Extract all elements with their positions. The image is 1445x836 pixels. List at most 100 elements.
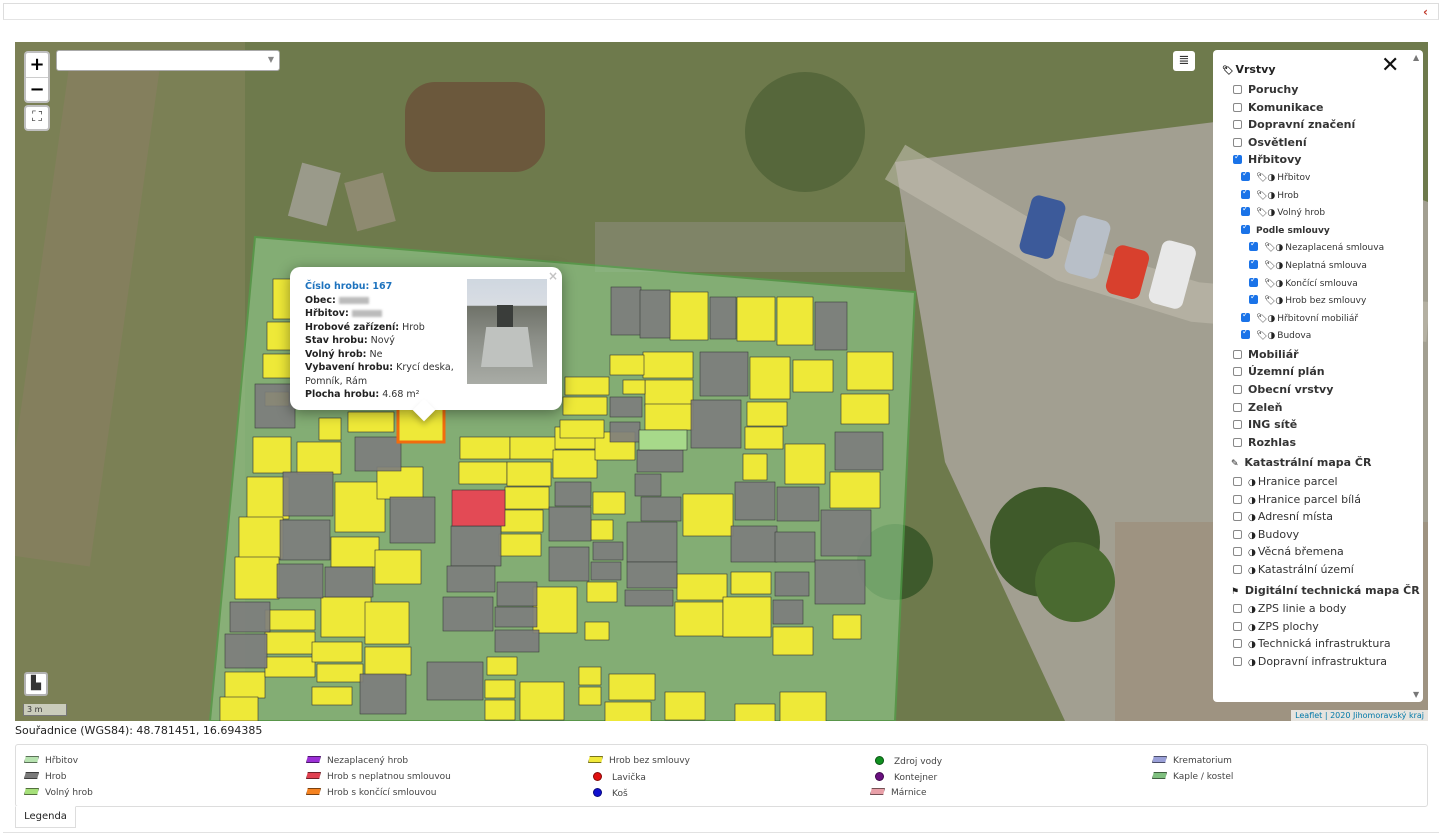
- checkbox[interactable]: [1233, 103, 1242, 112]
- checkbox[interactable]: [1233, 438, 1242, 447]
- checkbox[interactable]: [1233, 512, 1242, 521]
- legend-item: Krematorium: [1152, 756, 1232, 766]
- checkbox[interactable]: [1241, 222, 1250, 234]
- checkbox[interactable]: [1233, 657, 1242, 666]
- half-circle-icon: ◑: [1248, 531, 1256, 541]
- layer-vecna-bremena[interactable]: ◑ Věcná břemena: [1233, 545, 1344, 559]
- layer-podle-smlouvy[interactable]: Podle smlouvy: [1241, 222, 1330, 239]
- layer-zps-plochy[interactable]: ◑ ZPS plochy: [1233, 620, 1319, 634]
- legend-toggle-icon[interactable]: ▙: [24, 672, 48, 696]
- checkbox[interactable]: [1233, 152, 1242, 164]
- layer-rozhlas[interactable]: Rozhlas: [1233, 436, 1296, 450]
- checkbox[interactable]: [1233, 350, 1242, 359]
- legend-swatch: [1152, 772, 1167, 779]
- layer-label: Budovy: [1257, 528, 1300, 541]
- popup-label: Volný hrob:: [305, 348, 367, 360]
- checkbox[interactable]: [1233, 604, 1242, 613]
- layer-label: Územní plán: [1248, 365, 1325, 378]
- checkbox[interactable]: [1233, 639, 1242, 648]
- checkbox[interactable]: [1249, 275, 1258, 287]
- layer-volny-hrob[interactable]: 🏷◑Volný hrob: [1241, 204, 1325, 221]
- layer-neplatna-smlouva[interactable]: 🏷◑Neplatná smlouva: [1249, 257, 1367, 274]
- layer-hranice-parcel-bila[interactable]: ◑ Hranice parcel bílá: [1233, 493, 1361, 507]
- map-view[interactable]: + − ⛶ ▼ ≣ ▙ 3 m Leaflet | 2020 Jihomorav…: [15, 42, 1428, 721]
- checkbox[interactable]: [1233, 403, 1242, 412]
- checkbox[interactable]: [1233, 622, 1242, 631]
- checkbox[interactable]: [1241, 327, 1250, 339]
- checkbox[interactable]: [1233, 120, 1242, 129]
- layer-katastralni-uzemi[interactable]: ◑ Katastrální území: [1233, 563, 1354, 577]
- attribution-link[interactable]: Leaflet: [1295, 711, 1322, 720]
- checkbox[interactable]: [1241, 169, 1250, 181]
- close-icon[interactable]: ×: [548, 269, 558, 283]
- layer-budova[interactable]: 🏷◑Budova: [1241, 327, 1311, 344]
- layer-osvetleni[interactable]: Osvětlení: [1233, 136, 1307, 150]
- legend-swatch: [306, 788, 321, 795]
- tag-icon: 🏷◑: [1256, 208, 1276, 218]
- legend-item: Hřbitov: [24, 756, 78, 766]
- checkbox[interactable]: [1233, 85, 1242, 94]
- tab-legend[interactable]: Legenda: [15, 806, 76, 828]
- layer-koncici-smlouva[interactable]: 🏷◑Končící smlouva: [1249, 275, 1358, 292]
- zoom-in-button[interactable]: +: [26, 53, 48, 77]
- tag-icon: 🏷◑: [1256, 331, 1276, 341]
- scroll-up-icon[interactable]: ▲: [1413, 53, 1419, 62]
- checkbox[interactable]: [1233, 385, 1242, 394]
- layer-adresni-mista[interactable]: ◑ Adresní místa: [1233, 510, 1333, 524]
- layer-uzemni-plan[interactable]: Územní plán: [1233, 365, 1325, 379]
- layer-label: Osvětlení: [1248, 136, 1307, 149]
- checkbox[interactable]: [1241, 204, 1250, 216]
- layer-zps-linie[interactable]: ◑ ZPS linie a body: [1233, 602, 1346, 616]
- checkbox[interactable]: [1233, 420, 1242, 429]
- zoom-out-button[interactable]: −: [26, 77, 48, 101]
- chevron-left-icon[interactable]: ‹: [1423, 5, 1428, 19]
- legend-item: Zdroj vody: [872, 756, 942, 767]
- close-icon[interactable]: ✕: [1381, 53, 1399, 78]
- grave-info-popup: × Číslo hrobu: 167 Obec: Hřbitov: Hrobov…: [290, 267, 562, 422]
- half-circle-icon: ◑: [1248, 478, 1256, 488]
- redacted-value: [338, 296, 369, 304]
- layers-menu-icon[interactable]: ≣: [1173, 51, 1195, 71]
- popup-value: 167: [372, 281, 393, 292]
- legend-item: Nezaplacený hrob: [306, 756, 408, 766]
- checkbox[interactable]: [1233, 477, 1242, 486]
- legend-item: Kontejner: [872, 772, 937, 783]
- layer-hrbitovni-mobiliar[interactable]: 🏷◑Hřbitovní mobiliář: [1241, 310, 1358, 327]
- layer-label: Věcná břemena: [1257, 545, 1344, 558]
- layer-mobiliar[interactable]: Mobiliář: [1233, 348, 1299, 362]
- layer-komunikace[interactable]: Komunikace: [1233, 101, 1324, 115]
- checkbox[interactable]: [1233, 138, 1242, 147]
- fullscreen-icon[interactable]: ⛶: [24, 105, 50, 131]
- grave-photo[interactable]: [467, 279, 547, 384]
- layer-hrob[interactable]: 🏷◑Hrob: [1241, 187, 1299, 204]
- checkbox[interactable]: [1233, 565, 1242, 574]
- legend-swatch: [306, 772, 321, 779]
- layer-budovy[interactable]: ◑ Budovy: [1233, 528, 1299, 542]
- layer-ing-site[interactable]: ING sítě: [1233, 418, 1297, 432]
- checkbox[interactable]: [1249, 257, 1258, 269]
- layer-hrbitovy[interactable]: Hřbitovy: [1233, 152, 1301, 167]
- layer-obecni-vrstvy[interactable]: Obecní vrstvy: [1233, 383, 1333, 397]
- checkbox[interactable]: [1249, 239, 1258, 251]
- layer-hrob-bez-smlouvy[interactable]: 🏷◑Hrob bez smlouvy: [1249, 292, 1366, 309]
- layer-dopravni-infrastruktura[interactable]: ◑ Dopravní infrastruktura: [1233, 655, 1387, 669]
- checkbox[interactable]: [1233, 367, 1242, 376]
- layer-poruchy[interactable]: Poruchy: [1233, 83, 1298, 97]
- layer-hrbitov[interactable]: 🏷◑Hřbitov: [1241, 169, 1310, 186]
- layer-dopravni-znaceni[interactable]: Dopravní značení: [1233, 118, 1355, 132]
- checkbox[interactable]: [1249, 292, 1258, 304]
- checkbox[interactable]: [1241, 187, 1250, 199]
- layer-technicka-infrastruktura[interactable]: ◑ Technická infrastruktura: [1233, 637, 1391, 651]
- layer-hranice-parcel[interactable]: ◑ Hranice parcel: [1233, 475, 1338, 489]
- checkbox[interactable]: [1233, 547, 1242, 556]
- layer-zelen[interactable]: Zeleň: [1233, 401, 1283, 415]
- checkbox[interactable]: [1241, 310, 1250, 322]
- zoom-control: + −: [24, 51, 50, 103]
- layer-nezaplacena-smlouva[interactable]: 🏷◑Nezaplacená smlouva: [1249, 239, 1384, 256]
- checkbox[interactable]: [1233, 530, 1242, 539]
- search-select[interactable]: ▼: [56, 50, 280, 71]
- tag-icon: 🏷◑: [1264, 296, 1284, 306]
- section-cadastre: ✎ Katastrální mapa ČR: [1231, 456, 1371, 469]
- scroll-down-icon[interactable]: ▼: [1413, 690, 1419, 699]
- checkbox[interactable]: [1233, 495, 1242, 504]
